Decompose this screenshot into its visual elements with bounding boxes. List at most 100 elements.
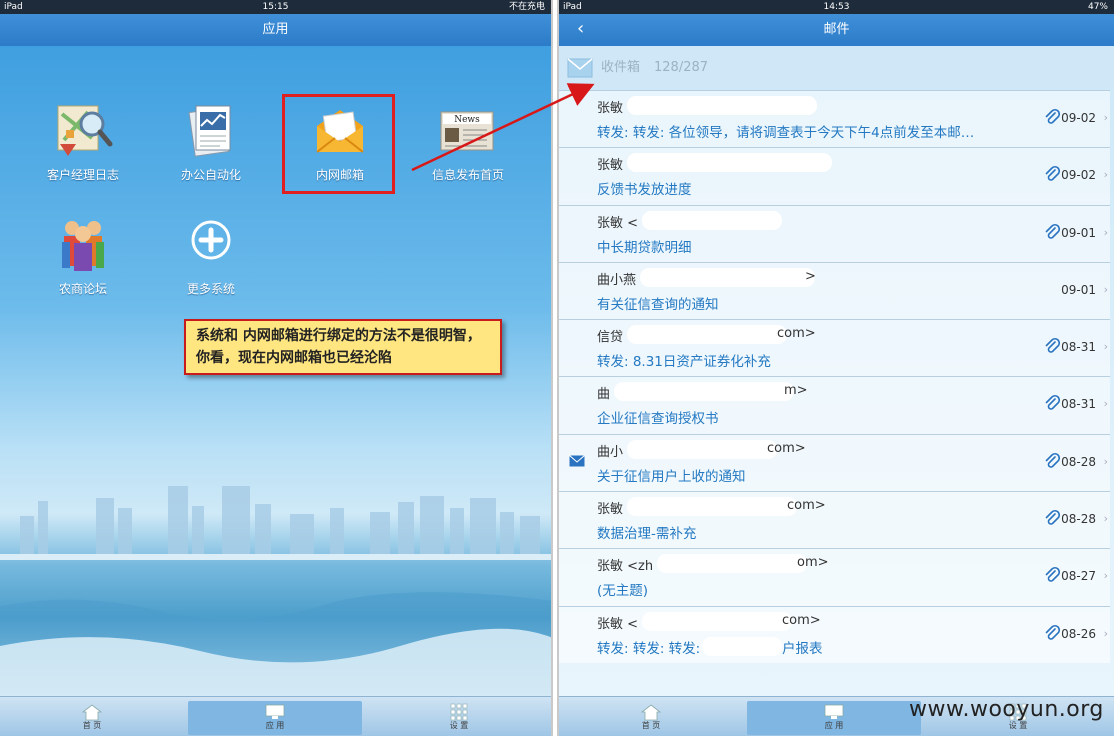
clock: 15:15 [262, 2, 289, 12]
app-rural-bank-forum[interactable]: 农商论坛 [28, 214, 138, 297]
mail-subject: 数据治理-需补充 [597, 526, 697, 543]
app-label: 办公自动化 [180, 168, 241, 182]
inbox-envelope-icon [567, 58, 593, 78]
mail-date: 08-26 [1061, 626, 1096, 641]
tab-label: 设 置 [449, 721, 469, 730]
map-search-icon [57, 105, 113, 156]
mail-subject: 中长期贷款明细 [597, 239, 692, 256]
app-info-portal[interactable]: News 信息发布首页 [413, 100, 523, 183]
mail-subject: 转发: 转发: 转发: [597, 640, 701, 657]
app-label: 农商论坛 [58, 282, 107, 296]
mail-subject: (无主题) [597, 583, 649, 600]
app-label: 客户经理日志 [46, 168, 119, 182]
mail-list-item[interactable]: 曲企业征信查询授权书 08-31 › m> [559, 376, 1110, 434]
tab-label: 应 用 [824, 721, 844, 730]
tab-apps[interactable]: 应 用 [188, 701, 362, 735]
inbox-header: 收件箱 128/287 [559, 46, 1114, 90]
inbox-label: 收件箱 [601, 60, 641, 75]
tab-label: 设 置 [1008, 721, 1028, 730]
mail-date: 09-02 [1061, 111, 1096, 125]
mail-sender: 曲小 [597, 444, 624, 460]
mail-subject-tail: 户报表 [782, 640, 823, 657]
redaction-mark [640, 267, 815, 287]
page-title: 邮件 [823, 22, 850, 37]
home-icon [81, 704, 103, 721]
app-label: 更多系统 [186, 282, 235, 296]
mail-sender: 张敏 [597, 502, 624, 518]
mail-list-item[interactable]: 曲小燕 有关征信查询的通知 09-01 › > [559, 261, 1110, 320]
page-title: 应用 [262, 22, 289, 37]
mail-list-item[interactable]: 张敏 数据治理-需补充 08-28 › com> [559, 491, 1110, 549]
mail-date: 09-01 [1061, 225, 1096, 240]
chevron-right-icon: › [1103, 454, 1108, 468]
mail-date: 08-31 [1061, 340, 1096, 355]
mail-sender-tail: > [805, 268, 816, 284]
mail-sender: 张敏 [597, 101, 624, 116]
mail-list-item[interactable]: 信贷 转发: 8.31日资产证券化补充 08-31 › com> [559, 319, 1110, 377]
mail-subject: 关于征信用户上收的通知 [597, 468, 746, 485]
people-group-icon [62, 221, 104, 271]
mail-subject: 有关征信查询的通知 [597, 296, 719, 313]
chevron-right-icon: › [1103, 282, 1108, 296]
status-bar: iPad 14:53 47% [559, 0, 1114, 14]
mail-list-item[interactable]: 张敏 反馈书发放进度 09-02 › [559, 147, 1110, 205]
mail-sender: 信贷 [597, 330, 624, 346]
tab-label: 首 页 [641, 721, 661, 730]
paperclip-icon [1045, 223, 1060, 239]
paperclip-icon [1045, 510, 1060, 525]
paperclip-icon [1045, 108, 1060, 124]
mail-sender: 曲小燕 [597, 272, 637, 288]
paperclip-icon [1045, 338, 1060, 353]
mail-sender-tail: com> [787, 498, 826, 514]
tab-home[interactable]: 首 页 [564, 701, 738, 735]
redaction-mark [642, 210, 782, 230]
chevron-right-icon: › [1103, 397, 1108, 411]
app-label: 信息发布首页 [431, 168, 504, 182]
redaction-mark [657, 554, 807, 574]
paperclip-icon [1045, 395, 1060, 411]
mail-list-item[interactable]: 张敏 <zh (无主题) 08-27 › om> [559, 548, 1110, 606]
mail-subject: 反馈书发放进度 [597, 182, 692, 199]
monitor-icon [265, 704, 285, 719]
chevron-right-icon: › [1103, 626, 1108, 640]
app-more-systems[interactable]: 更多系统 [156, 214, 266, 297]
paperclip-icon [1045, 166, 1060, 182]
mail-sender: 曲 [597, 387, 611, 403]
chevron-right-icon: › [1103, 569, 1108, 583]
paperclip-icon [1045, 624, 1060, 640]
redaction-mark [627, 325, 787, 345]
clock: 14:53 [823, 2, 850, 12]
document-chart-icon [188, 105, 231, 157]
tab-bar: 首 页 应 用 设 置 www.wooyun.org [559, 696, 1114, 736]
redaction-mark [627, 96, 817, 115]
tab-home[interactable]: 首 页 [5, 701, 179, 735]
newspaper-icon: News [440, 111, 494, 151]
mail-sender: 张敏 [597, 158, 624, 174]
mail-sender-tail: com> [782, 612, 821, 628]
news-icon-text: News [454, 115, 480, 125]
left-ipad-screen: iPad 15:15 不在充电 应用 客户经理日志 办公自动化 内网邮箱 New… [0, 0, 553, 736]
app-office-automation[interactable]: 办公自动化 [156, 100, 266, 183]
tab-label: 首 页 [82, 721, 102, 730]
paperclip-icon [1045, 567, 1060, 583]
mail-subject: 转发: 8.31日资产证券化补充 [597, 354, 771, 371]
mail-list-item[interactable]: 张敏 < 中长期贷款明细 09-01 › [559, 204, 1110, 262]
app-customer-manager-log[interactable]: 客户经理日志 [28, 100, 138, 183]
chevron-right-icon: › [1103, 225, 1108, 239]
battery-status: 47% [1087, 2, 1108, 12]
paperclip-icon [1045, 452, 1060, 468]
mail-sender-tail: com> [777, 326, 816, 342]
tab-apps[interactable]: 应 用 [747, 701, 921, 735]
mail-subject: 转发: 转发: 各位领导，请将调查表于今天下午4点前发至本邮… [597, 125, 975, 141]
mail-app-highlight-box [282, 94, 395, 194]
back-icon[interactable]: ‹ [577, 14, 584, 44]
mail-list-item[interactable]: 曲小 关于征信用户上收的通知 08-28 › com> [559, 433, 1110, 492]
mail-list-item[interactable]: 张敏 < 转发: 转发: 转发: 08-26 › com> 户报表 [559, 605, 1110, 663]
annotation-callout: 系统和 内网邮箱进行绑定的方法不是很明智，你看，现在内网邮箱也已经沦陷 [184, 319, 502, 375]
tab-settings[interactable]: 设 置 [372, 701, 546, 735]
redaction-mark [614, 382, 794, 402]
chevron-right-icon: › [1103, 168, 1108, 182]
nav-bar: ‹ 邮件 [559, 14, 1114, 46]
tab-label: 应 用 [265, 721, 285, 730]
mail-list-item[interactable]: 张敏 转发: 转发: 各位领导，请将调查表于今天下午4点前发至本邮… 09-02 › [559, 90, 1110, 148]
